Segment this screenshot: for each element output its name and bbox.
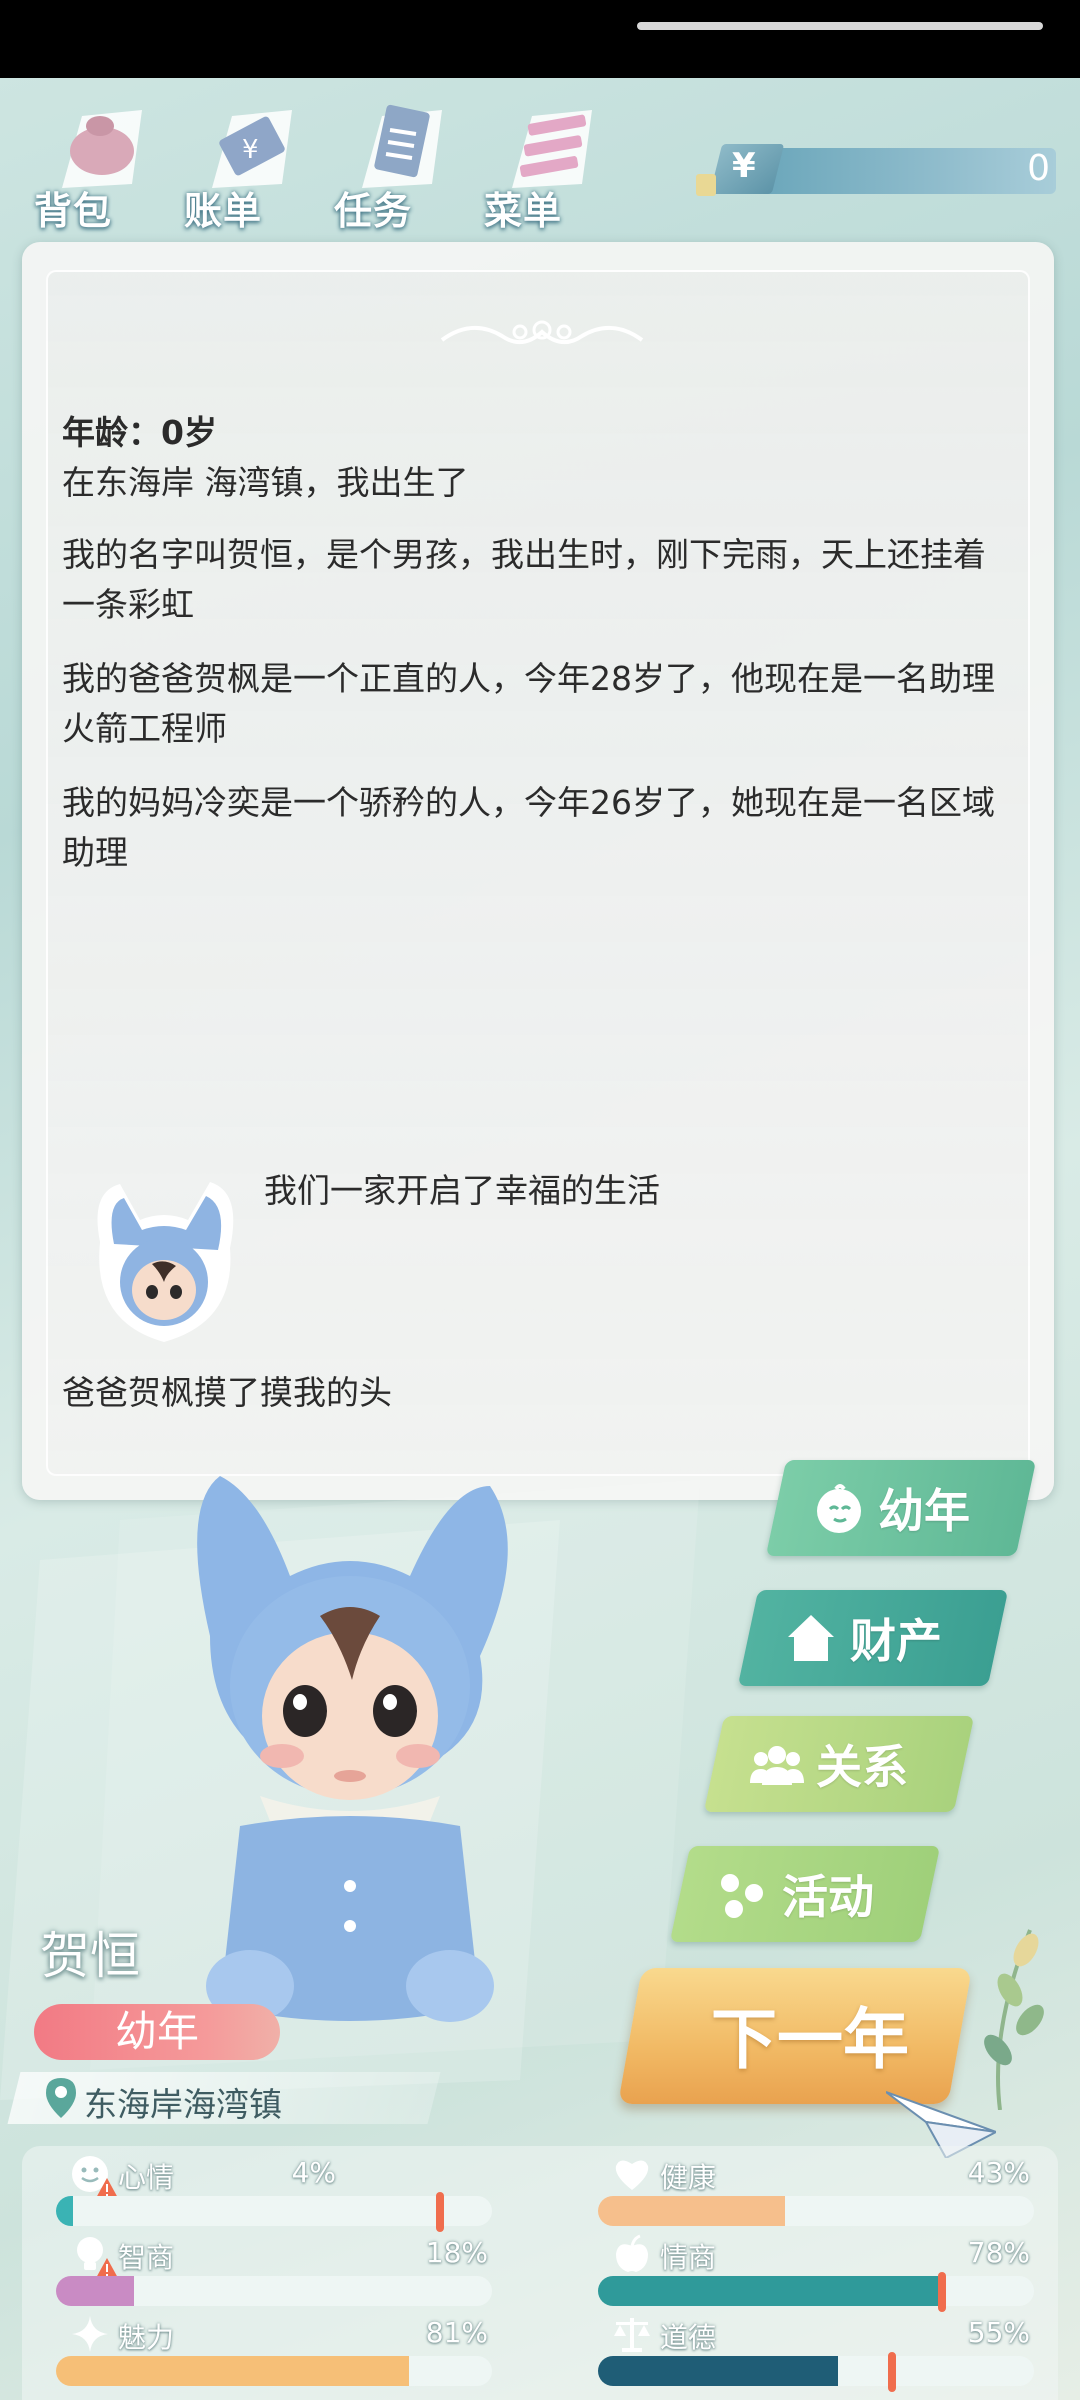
house-icon: [788, 1615, 834, 1661]
bag-icon: [62, 110, 142, 188]
heart-icon: [615, 2160, 649, 2190]
menu-button[interactable]: 菜单: [484, 88, 604, 238]
bag-label: 背包: [34, 189, 113, 233]
health-track: [598, 2196, 1034, 2226]
eq-marker: [938, 2272, 946, 2312]
money-value: 0: [1027, 148, 1050, 189]
mood-marker: [436, 2192, 444, 2232]
stat-iq: 智商 18%: [56, 2234, 492, 2312]
menu-icon: [512, 110, 592, 188]
apple-icon: [616, 2234, 648, 2272]
svg-text:¥: ¥: [242, 135, 259, 165]
property-button[interactable]: 财产: [737, 1590, 1009, 1686]
coin-icon: [696, 174, 716, 196]
property-label: 财产: [850, 1614, 942, 1668]
money-plate: [756, 148, 1056, 194]
baby-avatar-icon: [97, 1182, 234, 1342]
bag-button[interactable]: 背包: [34, 88, 154, 238]
health-label: 健康: [660, 2161, 717, 2194]
mood-track: [56, 2196, 492, 2226]
menu-label: 菜单: [484, 189, 563, 233]
stat-morality: 道德 55%: [598, 2314, 1034, 2392]
character-name: 贺恒: [40, 1927, 140, 1985]
relations-button[interactable]: 关系: [703, 1716, 975, 1812]
activity-dots-icon: [721, 1874, 763, 1918]
morality-track: [598, 2356, 1034, 2386]
eq-label: 情商: [660, 2241, 717, 2274]
top-toolbar: 背包 ¥ 账单 任务 菜单 ¥ 0: [0, 88, 1080, 238]
iq-track: [56, 2276, 492, 2306]
bill-label: 账单: [184, 189, 263, 233]
iq-label: 智商: [118, 2241, 175, 2274]
next-year-label: 下一年: [711, 2001, 909, 2078]
scales-icon: [614, 2318, 650, 2352]
mood-label: 心情: [118, 2161, 175, 2194]
age-line: 年龄：0岁: [62, 413, 217, 452]
money-display: ¥ 0: [696, 144, 1060, 196]
eq-track: [598, 2276, 1034, 2306]
life-stage-button[interactable]: 幼年: [765, 1460, 1037, 1556]
activities-label: 活动: [782, 1870, 874, 1924]
story-paragraph: 我的名字叫贺恒，是个男孩，我出生时，刚下完雨，天上还挂着一条彩虹: [62, 535, 986, 624]
warning-icon: [96, 2178, 118, 2198]
story-paragraph: 我的妈妈冷奕是一个骄矜的人，今年26岁了，她现在是一名区域助理: [62, 783, 995, 872]
life-stage-badge: 幼年: [34, 2004, 280, 2060]
iq-fill: [56, 2276, 135, 2306]
task-label: 任务: [334, 189, 413, 233]
stats-panel: 心情 4% 健康 43% 智商 18% 情商 78% 魅力 81% 道德 55%: [22, 2146, 1058, 2400]
baby-face-icon: [817, 1484, 861, 1533]
family-line: 我们一家开启了幸福的生活: [264, 1171, 660, 1210]
activities-button[interactable]: 活动: [669, 1846, 941, 1942]
morality-value: 55%: [967, 2316, 1030, 2349]
relations-label: 关系: [816, 1740, 908, 1794]
event-line: 爸爸贺枫摸了摸我的头: [62, 1373, 392, 1412]
health-value: 43%: [967, 2156, 1030, 2189]
location-text: 东海岸海湾镇: [84, 2085, 282, 2124]
status-bar: [0, 0, 1080, 78]
eq-fill: [598, 2276, 939, 2306]
story-text: 年龄：0岁 在东海岸 海湾镇，我出生了 我的名字叫贺恒，是个男孩，我出生时，刚下…: [62, 408, 1002, 902]
warning-icon: [96, 2258, 118, 2278]
location-pin-icon: [46, 2078, 76, 2118]
bill-icon: ¥: [212, 110, 292, 188]
sparkle-icon: [72, 2316, 108, 2352]
baby-character: [197, 1476, 508, 2022]
story-paragraph: 在东海岸 海湾镇，我出生了: [62, 463, 469, 502]
health-fill: [598, 2196, 786, 2226]
charm-track: [56, 2356, 492, 2386]
story-paragraph: 我的爸爸贺枫是一个正直的人，今年28岁了，他现在是一名助理火箭工程师: [62, 659, 995, 748]
eq-value: 78%: [967, 2236, 1030, 2269]
mood-fill: [56, 2196, 74, 2226]
people-icon: [750, 1746, 804, 1785]
stat-eq: 情商 78%: [598, 2234, 1034, 2312]
task-icon: [362, 104, 442, 188]
stat-charm: 魅力 81%: [56, 2314, 492, 2392]
yen-icon: ¥: [732, 146, 756, 186]
stat-health: 健康 43%: [598, 2154, 1034, 2232]
iq-value: 18%: [425, 2236, 488, 2269]
charm-label: 魅力: [118, 2321, 175, 2354]
status-handle: [637, 22, 1043, 30]
morality-fill: [598, 2356, 838, 2386]
mood-value: 4%: [291, 2156, 336, 2189]
ornament-icon: [440, 320, 644, 344]
morality-marker: [888, 2352, 896, 2392]
bill-button[interactable]: ¥ 账单: [184, 88, 304, 238]
stat-mood: 心情 4%: [56, 2154, 492, 2232]
life-stage-label: 幼年: [878, 1484, 970, 1538]
charm-value: 81%: [425, 2316, 488, 2349]
task-button[interactable]: 任务: [334, 88, 454, 238]
charm-fill: [56, 2356, 410, 2386]
morality-label: 道德: [660, 2321, 717, 2354]
